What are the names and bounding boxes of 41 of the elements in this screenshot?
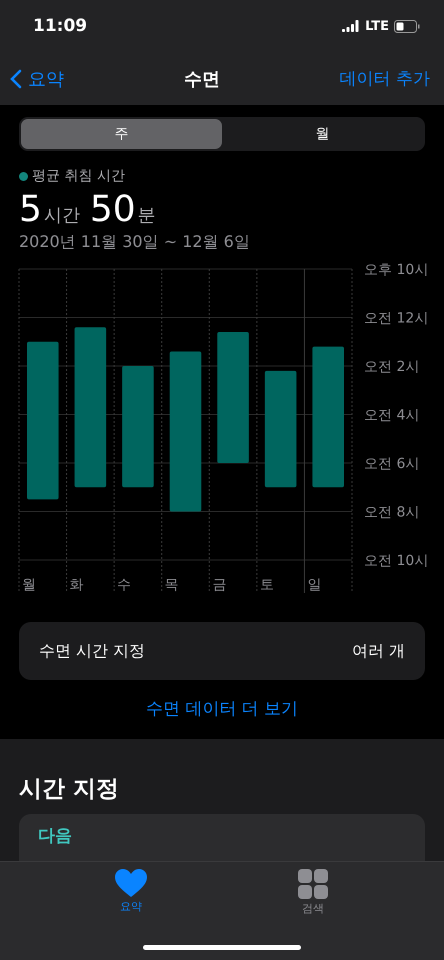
- axis-label: 오전 6시: [364, 456, 420, 472]
- minutes-unit: 분: [138, 204, 156, 227]
- day-label: 일: [307, 577, 322, 593]
- day-label: 토: [260, 577, 274, 593]
- axis-label: 오전 2시: [364, 359, 420, 375]
- chevron-left-icon: [10, 68, 22, 88]
- next-label: 다음: [38, 826, 72, 846]
- legend-label: 평균 취침 시간: [32, 167, 125, 185]
- status-time: 11:09: [33, 16, 88, 36]
- day-label: 목: [164, 577, 179, 593]
- segment-tab[interactable]: 월: [222, 119, 423, 149]
- axis-label: 오후 10시: [364, 262, 428, 278]
- axis-label: 오전 8시: [364, 504, 420, 520]
- schedule-row[interactable]: 수면 시간 지정 여러 개: [19, 622, 425, 680]
- day-label: 월: [22, 577, 36, 593]
- axis-label: 오전 12시: [364, 310, 428, 326]
- schedule-card[interactable]: 다음: [19, 814, 425, 861]
- back-button[interactable]: 요약: [10, 66, 64, 90]
- battery-icon: [394, 20, 420, 32]
- signal-icon: [342, 20, 360, 32]
- page-title: 수면: [184, 68, 220, 90]
- add-data-button[interactable]: 데이터 추가: [340, 67, 430, 90]
- heart-icon: [115, 869, 147, 897]
- segment-tab[interactable]: 주: [21, 119, 222, 149]
- minutes-value: 50: [90, 189, 136, 230]
- day-label: 금: [212, 577, 226, 593]
- section-title: 시간 지정: [19, 775, 120, 804]
- row-value: 여러 개: [352, 640, 405, 662]
- hours-value: 5: [19, 189, 42, 230]
- hours-unit: 시간: [44, 204, 80, 227]
- network-label: LTE: [365, 18, 389, 34]
- date-range: 2020년 11월 30일 ~ 12월 6일: [19, 232, 251, 253]
- row-label: 수면 시간 지정: [39, 640, 146, 662]
- tab-item[interactable]: 요약: [91, 868, 171, 917]
- grid-icon: [298, 869, 328, 899]
- axis-label: 오전 4시: [364, 408, 420, 424]
- tab-item[interactable]: 검색: [273, 868, 353, 917]
- day-label: 수: [117, 577, 132, 593]
- more-data-link[interactable]: 수면 데이터 더 보기: [140, 696, 304, 721]
- day-label: 화: [70, 577, 84, 593]
- axis-label: 오전 10시: [364, 553, 428, 569]
